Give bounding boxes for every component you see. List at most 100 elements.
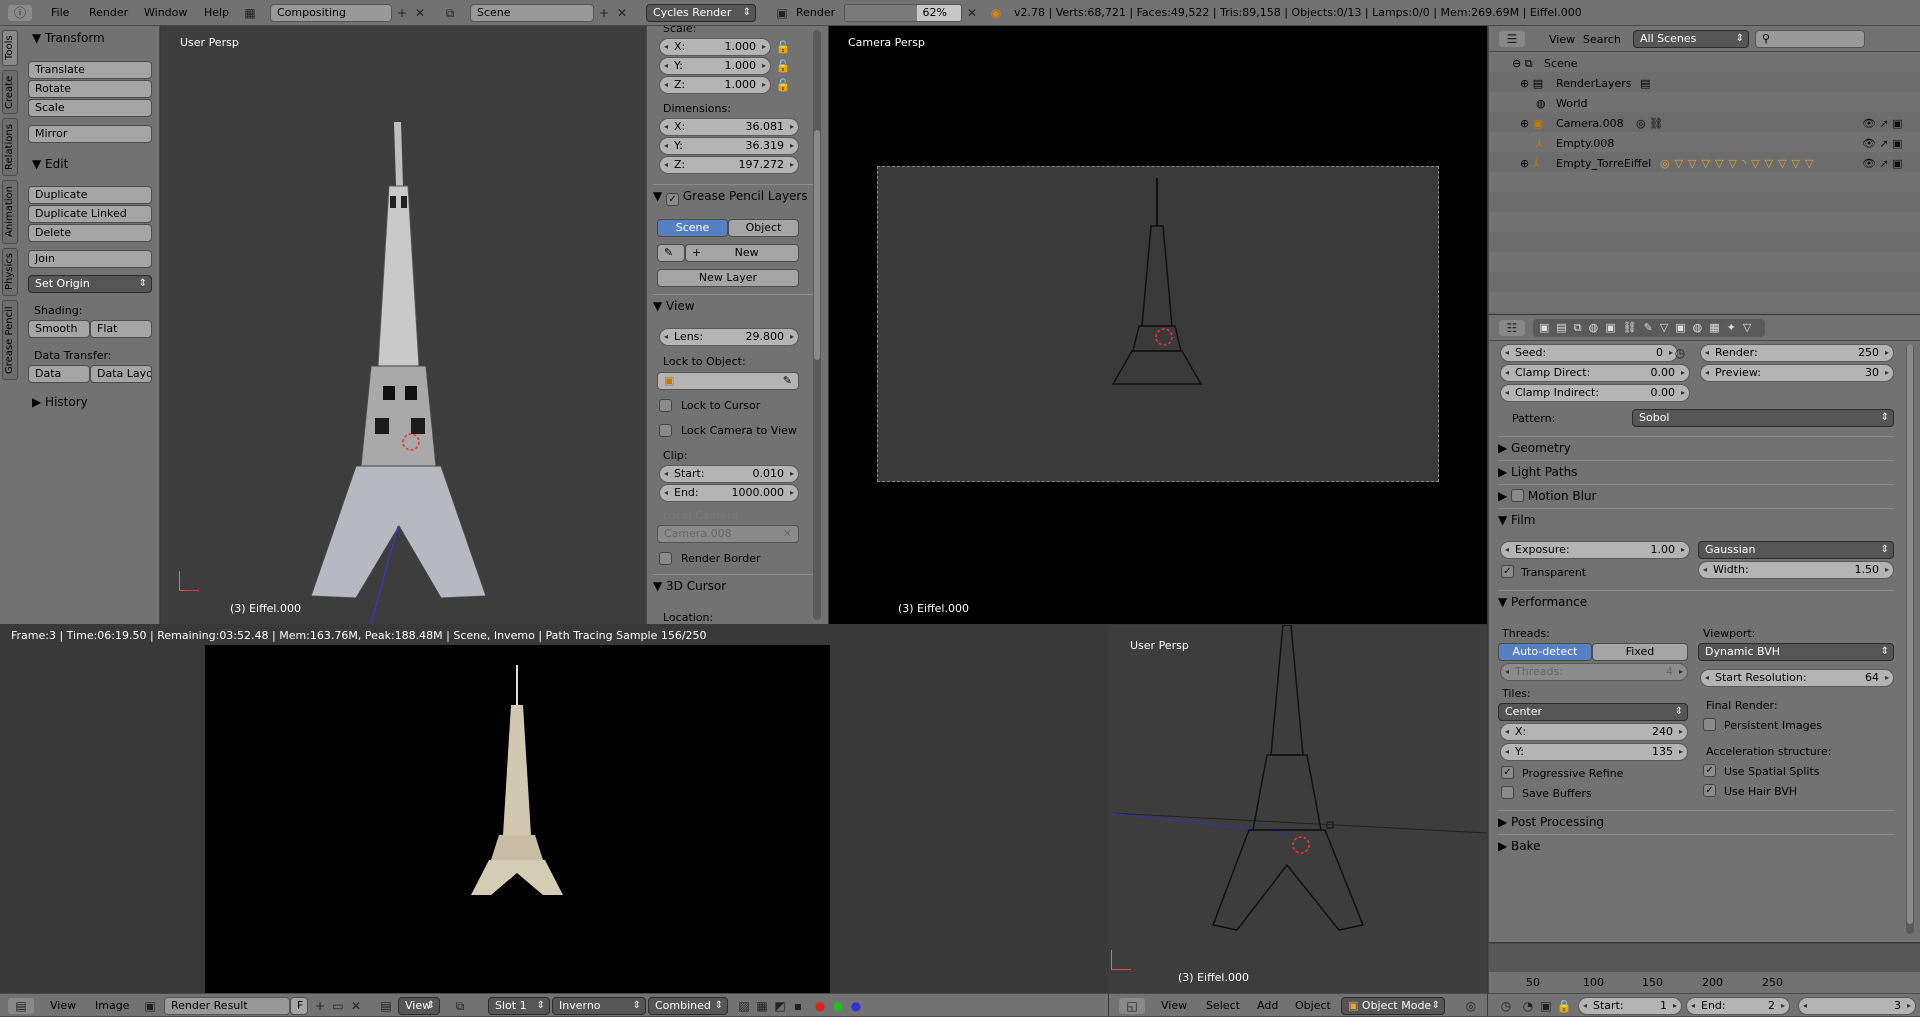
render-pass-dropdown[interactable]: Combined bbox=[648, 997, 728, 1015]
layout-icon[interactable]: ▦ bbox=[242, 5, 258, 21]
slot-dropdown[interactable]: Slot 1 bbox=[488, 997, 550, 1015]
frame-end-field[interactable]: End:2 bbox=[1686, 997, 1790, 1015]
image-open-icon[interactable]: ▭ bbox=[330, 998, 346, 1014]
image-browse-icon[interactable]: ▣ bbox=[142, 998, 158, 1014]
persistent-images-checkbox[interactable] bbox=[1703, 718, 1716, 731]
motion-blur-checkbox[interactable] bbox=[1511, 489, 1525, 502]
image-menu-view[interactable]: View bbox=[50, 999, 76, 1012]
clip-start-field[interactable]: Start:0.010 bbox=[659, 465, 799, 483]
dim-y-field[interactable]: Y:36.319 bbox=[659, 137, 799, 155]
rotate-button[interactable]: Rotate bbox=[28, 80, 152, 98]
mode-dropdown[interactable]: ▣ Object Mode bbox=[1341, 997, 1445, 1015]
outliner-type-icon[interactable]: ☰ bbox=[1499, 31, 1525, 47]
motion-blur-panel-header[interactable]: ▶ Motion Blur bbox=[1498, 484, 1894, 506]
transform-panel-header[interactable]: ▼ Transform bbox=[32, 31, 105, 45]
properties-type-icon[interactable]: ☷ bbox=[1499, 320, 1525, 336]
post-processing-panel-header[interactable]: ▶ Post Processing bbox=[1498, 810, 1894, 832]
menu-render[interactable]: Render bbox=[89, 6, 128, 19]
render-samples-field[interactable]: Render:250 bbox=[1700, 344, 1894, 362]
green-channel-icon[interactable]: ● bbox=[830, 998, 846, 1014]
properties-context-tabs[interactable]: ▣▤⧉◍▣⛓✎▽▣◍▦✦▽ bbox=[1533, 319, 1765, 337]
clamp-direct-field[interactable]: Clamp Direct:0.00 bbox=[1500, 364, 1690, 382]
clip-end-field[interactable]: End:1000.000 bbox=[659, 484, 799, 502]
image-editor[interactable]: Frame:3 | Time:06:19.50 | Remaining:03:5… bbox=[0, 625, 1108, 993]
3d-view-type-icon[interactable]: ◱ bbox=[1119, 998, 1145, 1014]
frame-start-field[interactable]: Start:1 bbox=[1578, 997, 1682, 1015]
filter-type-dropdown[interactable]: Gaussian bbox=[1698, 541, 1894, 559]
3d-cursor-panel-header[interactable]: ▼ 3D Cursor bbox=[653, 574, 813, 596]
eyedropper-icon[interactable]: ✎ bbox=[783, 373, 792, 389]
tab-animation[interactable]: Animation bbox=[2, 180, 18, 244]
add-layout-icon[interactable]: + bbox=[394, 5, 410, 21]
render-layer-dropdown[interactable]: Inverno bbox=[552, 997, 646, 1015]
tab-physics[interactable]: Physics bbox=[2, 248, 18, 296]
scale-z-field[interactable]: Z:1.000 bbox=[659, 76, 771, 94]
use-spatial-splits-checkbox[interactable]: ✓ bbox=[1703, 764, 1716, 777]
alpha-icon[interactable]: ◩ bbox=[772, 998, 788, 1014]
timeline-type-icon[interactable]: ◷ bbox=[1498, 998, 1514, 1014]
lock-scale-y-icon[interactable]: 🔓 bbox=[775, 58, 791, 74]
view-panel-header[interactable]: ▼ View bbox=[653, 294, 813, 316]
clear-camera-icon[interactable]: ✕ bbox=[783, 526, 792, 542]
scene-selector[interactable]: Scene bbox=[470, 4, 594, 22]
tab-tools[interactable]: Tools bbox=[2, 30, 18, 66]
outliner-view-menu[interactable]: View bbox=[1549, 33, 1575, 46]
history-panel-header[interactable]: ▶ History bbox=[32, 395, 88, 409]
gp-brush-selector[interactable]: ✎ bbox=[657, 244, 685, 262]
properties-scrollbar[interactable] bbox=[1906, 344, 1914, 934]
blue-channel-icon[interactable]: ● bbox=[848, 998, 864, 1014]
outliner-search-menu[interactable]: Search bbox=[1583, 33, 1621, 46]
outliner-row-camera[interactable]: ⊕ ▣ Camera.008 ◎ ⛓ bbox=[1490, 114, 1920, 134]
film-panel-header[interactable]: ▼ Film bbox=[1498, 508, 1894, 530]
start-resolution-field[interactable]: Start Resolution:64 bbox=[1700, 669, 1894, 687]
tile-x-field[interactable]: X:240 bbox=[1500, 723, 1688, 741]
menu-help[interactable]: Help bbox=[204, 6, 229, 19]
image-menu-image[interactable]: Image bbox=[95, 999, 129, 1012]
lock-to-object-field[interactable]: ▣ ✎ bbox=[657, 372, 799, 390]
gp-layers-checkbox[interactable]: ✓ bbox=[666, 193, 680, 206]
seed-clock-icon[interactable]: ◷ bbox=[1672, 345, 1688, 361]
bake-panel-header[interactable]: ▶ Bake bbox=[1498, 834, 1894, 856]
use-hair-bvh-checkbox[interactable]: ✓ bbox=[1703, 784, 1716, 797]
view-menu[interactable]: View bbox=[1161, 999, 1187, 1012]
translate-button[interactable]: Translate bbox=[28, 61, 152, 79]
local-camera-field[interactable]: Camera.008 ✕ bbox=[657, 525, 799, 543]
image-editor-type-icon[interactable]: ▤ bbox=[8, 998, 34, 1014]
outliner-row-empty[interactable]: ⅄ Empty.008 bbox=[1490, 134, 1920, 154]
pattern-dropdown[interactable]: Sobol bbox=[1632, 409, 1894, 427]
light-paths-panel-header[interactable]: ▶ Light Paths bbox=[1498, 460, 1894, 482]
z-buffer-icon[interactable]: ▪ bbox=[790, 998, 806, 1014]
outliner-row-world[interactable]: ◍ World bbox=[1490, 94, 1920, 114]
tab-create[interactable]: Create bbox=[2, 70, 18, 114]
lock-scale-x-icon[interactable]: 🔓 bbox=[775, 39, 791, 55]
image-unlink-icon[interactable]: ✕ bbox=[348, 998, 364, 1014]
color-alpha-icon[interactable]: ▨ bbox=[736, 998, 752, 1014]
info-editor-icon[interactable]: ⓘ bbox=[8, 5, 32, 21]
save-buffers-checkbox[interactable] bbox=[1501, 786, 1514, 799]
gp-scene-button[interactable]: Scene bbox=[657, 219, 728, 237]
tile-order-dropdown[interactable]: Center bbox=[1498, 703, 1688, 721]
layout-selector[interactable]: Compositing bbox=[270, 4, 392, 22]
preview-range-icon[interactable]: ▣ bbox=[1538, 998, 1554, 1014]
duplicate-linked-button[interactable]: Duplicate Linked bbox=[28, 205, 152, 223]
tab-grease-pencil[interactable]: Grease Pencil bbox=[2, 300, 18, 380]
tile-y-field[interactable]: Y:135 bbox=[1500, 743, 1688, 761]
lock-range-icon[interactable]: 🔒 bbox=[1556, 998, 1572, 1014]
image-view-dropdown[interactable]: View bbox=[398, 997, 440, 1015]
geometry-panel-header[interactable]: ▶ Geometry bbox=[1498, 436, 1894, 458]
duplicate-button[interactable]: Duplicate bbox=[28, 186, 152, 204]
exposure-field[interactable]: Exposure:1.00 bbox=[1500, 541, 1690, 559]
image-new-icon[interactable]: + bbox=[312, 998, 328, 1014]
dim-x-field[interactable]: X:36.081 bbox=[659, 118, 799, 136]
join-button[interactable]: Join bbox=[28, 250, 152, 268]
cancel-render-icon[interactable]: ✕ bbox=[964, 5, 980, 21]
data-button[interactable]: Data bbox=[28, 365, 90, 383]
select-menu[interactable]: Select bbox=[1206, 999, 1240, 1012]
clamp-indirect-field[interactable]: Clamp Indirect:0.00 bbox=[1500, 384, 1690, 402]
remove-layout-icon[interactable]: ✕ bbox=[412, 5, 428, 21]
performance-panel-header[interactable]: ▼ Performance bbox=[1498, 590, 1894, 612]
threads-fixed-button[interactable]: Fixed bbox=[1592, 643, 1688, 661]
outliner-search-input[interactable]: ⚲ bbox=[1755, 30, 1865, 48]
outliner-filter-dropdown[interactable]: All Scenes bbox=[1633, 30, 1749, 48]
scale-button[interactable]: Scale bbox=[28, 99, 152, 117]
